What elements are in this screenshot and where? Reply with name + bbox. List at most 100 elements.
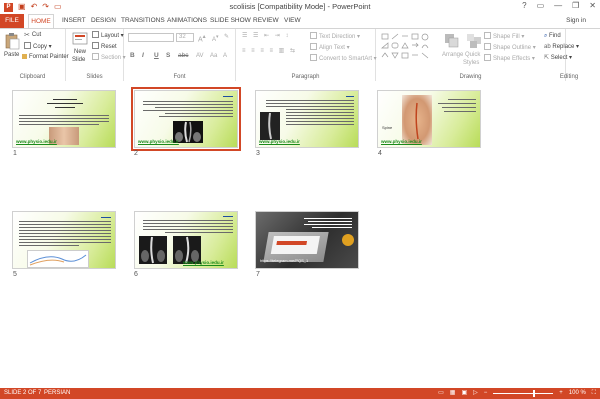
slide-thumbnail-3[interactable]: www.physio.iedu.ir (255, 90, 359, 148)
replace-label: Replace (552, 44, 575, 50)
format-painter-label: Format Painter (29, 54, 69, 60)
editing-group: ⌕ Find ab Replace ▾ ⇱ Select ▾ Editing (544, 29, 600, 81)
reset-icon (92, 42, 99, 49)
tab-design[interactable]: DESIGN (91, 14, 116, 28)
bold-button[interactable]: B (130, 52, 135, 59)
ribbon-display-icon[interactable]: ▭ (537, 1, 545, 10)
slide-url: www.physio.iedu.ir (381, 139, 422, 144)
strikethrough-button[interactable]: abc (178, 52, 188, 59)
zoom-slider[interactable] (493, 390, 554, 397)
reading-view-icon[interactable]: ▣ (461, 388, 467, 399)
slides-group: New Slide Layout ▾ Reset Section ▾ Slide… (66, 29, 126, 81)
drawing-group-label: Drawing (459, 74, 482, 80)
smartart-icon (310, 54, 317, 61)
tab-view[interactable]: VIEW (284, 14, 301, 28)
spine-label: Spine (382, 125, 393, 130)
shape-outline-button[interactable]: Shape Outline ▾ (484, 43, 536, 53)
shape-outline-label: Shape Outline (493, 45, 532, 51)
section-button[interactable]: Section ▾ (92, 53, 126, 63)
arrange-button[interactable]: Arrange (442, 51, 463, 60)
shapes-gallery[interactable] (380, 32, 438, 64)
quick-styles-label-2[interactable]: Styles (463, 59, 479, 68)
char-spacing-icon[interactable]: AV (196, 52, 204, 61)
align-buttons-icon[interactable]: ≡ ≡ ≡ ≡ ▥ ⇆ (242, 47, 297, 56)
slide-url: www.physio.iedu.ir (183, 260, 224, 265)
clear-format-icon[interactable]: ✎ (224, 33, 229, 42)
slide-thumbnail-6[interactable]: www.physio.iedu.ir (134, 211, 238, 269)
format-painter-button[interactable]: Format Painter (22, 53, 69, 62)
grow-font-icon[interactable]: A▴ (198, 33, 206, 44)
italic-button[interactable]: I (142, 52, 144, 59)
close-icon[interactable]: ✕ (589, 1, 596, 10)
slide-thumbnail-5[interactable] (12, 211, 116, 269)
reset-button[interactable]: Reset (92, 42, 117, 52)
font-color-icon[interactable]: A (223, 52, 227, 61)
shrink-font-icon[interactable]: A▾ (212, 33, 219, 45)
text-direction-label: Text Direction (319, 34, 356, 40)
tab-review[interactable]: REVIEW (253, 14, 279, 28)
zoom-out-icon[interactable]: − (484, 388, 488, 399)
text-direction-icon (310, 32, 317, 39)
window-title: scoliisis [Compatibility Mode] - PowerPo… (229, 2, 371, 11)
tab-insert[interactable]: INSERT (62, 14, 86, 28)
tab-file[interactable]: FILE (0, 14, 24, 28)
shadow-button[interactable]: S (166, 52, 170, 59)
brush-icon (22, 54, 27, 59)
arrange-icon[interactable] (444, 33, 460, 51)
title-bar: P ▣ ↶ ↷ ▭ scoliisis [Compatibility Mode]… (0, 0, 600, 14)
restore-icon[interactable]: ❐ (572, 1, 579, 10)
slide-thumbnail-7[interactable]: https://telegram.me/PQS_1 (255, 211, 359, 269)
font-name-input[interactable] (128, 33, 174, 42)
new-slide-label-2[interactable]: Slide (72, 56, 85, 65)
underline-button[interactable]: U (154, 52, 159, 59)
help-icon[interactable]: ? (522, 1, 526, 10)
normal-view-icon[interactable]: ▭ (438, 388, 444, 399)
slide-thumbnail-2[interactable]: www.physio.iedu.ir (131, 87, 241, 151)
slide-url: www.physio.iedu.ir (16, 139, 57, 144)
slide-sorter-view-icon[interactable]: ▦ (450, 388, 456, 399)
ribbon-tabs: FILE HOME INSERT DESIGN TRANSITIONS ANIM… (0, 14, 600, 28)
slides-group-label: Slides (86, 74, 103, 80)
cut-button[interactable]: ✂ Cut (24, 31, 41, 40)
language-status[interactable]: PERSIAN (44, 388, 70, 399)
replace-button[interactable]: ab Replace ▾ (544, 43, 579, 52)
tab-animations[interactable]: ANIMATIONS (167, 14, 207, 28)
copy-button[interactable]: Copy ▾ (24, 42, 52, 52)
find-button[interactable]: ⌕ Find (544, 32, 561, 41)
shape-fill-label: Shape Fill (493, 34, 520, 40)
shape-fill-button[interactable]: Shape Fill ▾ (484, 32, 524, 42)
slide-thumbnail-4[interactable]: Spine www.physio.iedu.ir (377, 90, 481, 148)
slide-thumbnail-1[interactable]: www.physio.iedu.ir (12, 90, 116, 148)
tab-transitions[interactable]: TRANSITIONS (121, 14, 165, 28)
shape-effects-button[interactable]: Shape Effects ▾ (484, 54, 535, 64)
zoom-slider-thumb[interactable] (533, 390, 536, 397)
replace-icon: ab (544, 44, 551, 50)
paste-icon[interactable] (4, 32, 20, 50)
align-text-button[interactable]: Align Text ▾ (310, 43, 350, 53)
find-icon: ⌕ (544, 33, 548, 39)
clipboard-group: Paste ✂ Cut Copy ▾ Format Painter Clipboa… (0, 29, 69, 81)
section-label: Section (101, 55, 122, 61)
change-case-icon[interactable]: Aa (210, 52, 217, 61)
select-button[interactable]: ⇱ Select ▾ (544, 54, 572, 63)
paste-button[interactable]: Paste (4, 51, 19, 60)
reset-label: Reset (101, 44, 117, 50)
minimize-icon[interactable]: — (554, 1, 562, 10)
list-buttons-icon[interactable]: ☰ ☰ ⇤ ⇥ ↕ (242, 32, 290, 41)
effects-icon (484, 54, 491, 61)
convert-smartart-button[interactable]: Convert to SmartArt ▾ (310, 54, 377, 64)
sign-in-link[interactable]: Sign in (566, 17, 586, 24)
tab-home[interactable]: HOME (28, 14, 54, 28)
fit-slide-icon[interactable]: ⛶ (592, 388, 596, 399)
quick-styles-icon[interactable] (466, 33, 482, 51)
zoom-level[interactable]: 100 % (569, 388, 586, 399)
text-direction-button[interactable]: Text Direction ▾ (310, 32, 360, 42)
slide-url: https://telegram.me/PQS_1 (260, 258, 309, 263)
tab-slide-show[interactable]: SLIDE SHOW (210, 14, 251, 28)
font-size-input[interactable]: 32 (176, 33, 194, 42)
paragraph-group-label: Paragraph (291, 74, 320, 80)
slideshow-view-icon[interactable]: ▷ (473, 388, 478, 399)
zoom-in-icon[interactable]: + (559, 388, 563, 399)
slide-number-3: 3 (256, 150, 260, 157)
layout-button[interactable]: Layout ▾ (92, 31, 124, 41)
